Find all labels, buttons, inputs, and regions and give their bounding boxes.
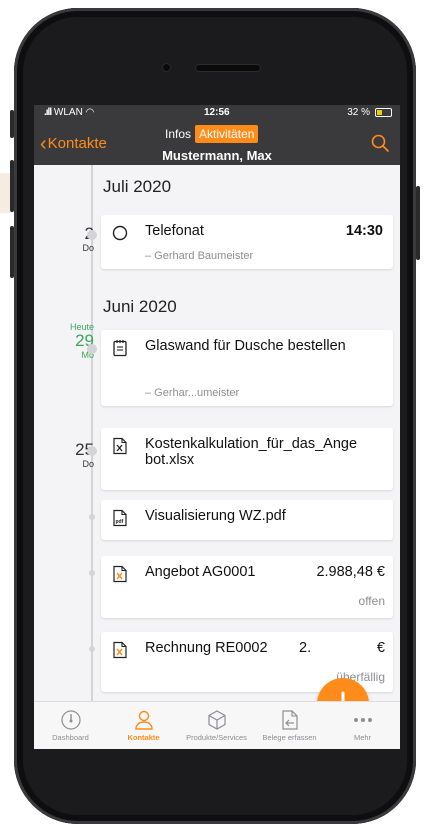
timeline-dot — [89, 570, 95, 576]
activity-title: Glaswand für Dusche bestellen — [145, 338, 346, 354]
tab-dashboard[interactable]: Dashboard — [34, 702, 107, 742]
activity-card-kostenkalkulation[interactable]: Kostenkalkulation_für_das_Ange bot.xlsx — [101, 428, 393, 490]
tab-belege-erfassen[interactable]: Belege erfassen — [253, 702, 326, 742]
tab-label: Produkte/Services — [186, 733, 247, 742]
activity-title: Visualisierung WZ.pdf — [145, 508, 286, 524]
date-number: 29 — [75, 331, 94, 350]
date-weekday: Do — [82, 459, 94, 469]
timeline-dot — [89, 514, 95, 520]
activity-title: Telefonat — [145, 223, 204, 239]
activity-amount: 2.988,48 € — [316, 564, 385, 580]
activity-card-glaswand[interactable]: Glaswand für Dusche bestellen – Gerhar..… — [101, 330, 393, 406]
note-icon — [113, 340, 127, 357]
date-number: 25 — [75, 440, 94, 459]
activity-card-angebot[interactable]: Angebot AG0001 2.988,48 € offen — [101, 556, 393, 618]
timeline-dot — [87, 446, 97, 456]
status-time: 12:56 — [204, 107, 230, 118]
timeline-dot — [87, 230, 97, 240]
activity-list[interactable]: Juli 2020 2 Do Telefonat 14:30 – Gerhard… — [34, 165, 400, 701]
excel-file-icon — [113, 565, 127, 583]
battery-icon — [375, 108, 392, 117]
activity-title: Angebot AG0001 — [145, 564, 256, 580]
circle-icon — [112, 225, 128, 241]
tab-label: Kontakte — [127, 733, 160, 742]
activity-title: Kostenkalkulation_für_das_Ange bot.xlsx — [145, 436, 358, 468]
activity-status: offen — [358, 594, 385, 608]
power-button — [416, 186, 420, 260]
month-header: Juni 2020 — [103, 297, 177, 316]
screen: .ıll WLAN ◠ 12:56 32 % ‹Kontakte Infos A… — [34, 105, 400, 749]
status-bar: .ıll WLAN ◠ 12:56 32 % — [34, 105, 400, 121]
date-weekday: Mo — [81, 350, 94, 360]
dashboard-icon — [60, 710, 81, 730]
activity-card-visualisierung[interactable]: pdf Visualisierung WZ.pdf — [101, 500, 393, 540]
mute-switch — [10, 110, 14, 138]
timeline-dot — [89, 646, 95, 652]
activity-time: 14:30 — [345, 223, 383, 239]
tab-mehr[interactable]: Mehr — [326, 702, 399, 742]
volume-down-button — [10, 226, 14, 278]
tab-bar: Dashboard Kontakte Produkte/Services Bel… — [34, 701, 400, 749]
plus-icon — [341, 691, 345, 701]
box-icon — [207, 710, 226, 730]
activity-amount-tail: € — [376, 640, 385, 656]
volume-up-button — [10, 160, 14, 212]
pdf-file-icon: pdf — [113, 509, 127, 527]
tab-kontakte[interactable]: Kontakte — [107, 702, 180, 742]
nav-bar: ‹Kontakte Infos Aktivitäten Mustermann, … — [34, 121, 400, 165]
segment-aktivitaeten[interactable]: Aktivitäten — [195, 125, 259, 143]
more-icon — [353, 718, 372, 722]
segment-infos[interactable]: Infos — [161, 125, 195, 143]
excel-file-icon — [113, 641, 127, 659]
earpiece-speaker — [195, 64, 261, 72]
activity-amount: 2. — [299, 640, 312, 656]
person-icon — [134, 710, 153, 730]
timeline-dot — [87, 344, 97, 354]
date-marker: 25 Do — [34, 440, 94, 470]
date-weekday: Do — [82, 243, 94, 253]
battery-percent: 32 % — [347, 107, 370, 118]
activity-author: – Gerhard Baumeister — [145, 250, 254, 262]
signal-wifi: .ıll WLAN ◠ — [44, 107, 95, 118]
activity-author: – Gerhar...umeister — [145, 387, 240, 399]
tab-label: Dashboard — [52, 733, 89, 742]
tab-label: Mehr — [353, 733, 372, 742]
date-marker-today: Heute 29 Mo — [34, 322, 94, 360]
segment-control: Infos Aktivitäten — [161, 125, 259, 143]
page-title: Mustermann, Max — [162, 148, 272, 163]
date-number: 2 — [34, 225, 94, 243]
svg-text:pdf: pdf — [116, 519, 124, 525]
search-icon[interactable] — [370, 133, 390, 153]
activity-title: Rechnung RE0002 — [145, 640, 268, 656]
front-camera — [162, 63, 171, 72]
activity-card-telefonat[interactable]: Telefonat 14:30 – Gerhard Baumeister — [101, 215, 393, 269]
tab-label: Belege erfassen — [262, 733, 317, 742]
month-header: Juli 2020 — [103, 177, 172, 196]
date-marker: 2 Do — [34, 225, 94, 254]
document-import-icon — [281, 710, 298, 730]
tab-produkte-services[interactable]: Produkte/Services — [180, 702, 253, 742]
excel-file-icon — [113, 437, 127, 455]
